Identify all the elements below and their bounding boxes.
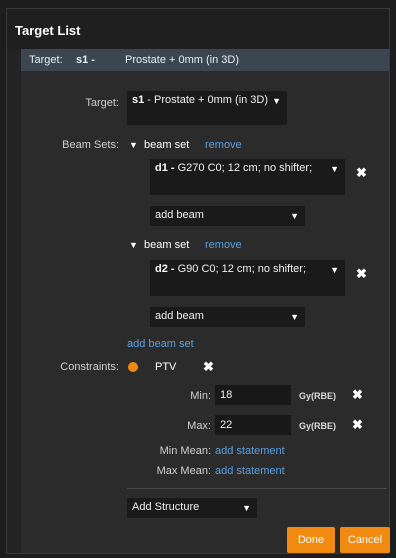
target-select-text: - Prostate + 0mm (in 3D) xyxy=(144,94,269,106)
target-label: Target: xyxy=(85,97,119,109)
target-list-window: Target List Target: s1 - Prostate + 0mm … xyxy=(6,8,390,554)
structure-color-dot xyxy=(128,362,138,372)
max-input[interactable]: 22 xyxy=(215,415,291,435)
min-unit: Gy(RBE) xyxy=(299,391,337,401)
target-header[interactable]: Target: s1 - Prostate + 0mm (in 3D) xyxy=(21,49,389,71)
collapse-triangle-icon[interactable]: ▼ xyxy=(129,140,138,150)
beam-2-text: G90 C0; 12 cm; no shifter; xyxy=(174,263,307,275)
chevron-down-icon: ▼ xyxy=(330,265,339,275)
min-input[interactable]: 18 xyxy=(215,385,291,405)
beam-set-1-beam-select[interactable]: d1 - G270 C0; 12 cm; no shifter; ▼ xyxy=(150,159,345,195)
remove-beam-2-icon[interactable]: ✖ xyxy=(356,266,367,282)
max-unit: Gy(RBE) xyxy=(299,421,337,431)
beam-set-2-beam-select[interactable]: d2 - G90 C0; 12 cm; no shifter; ▼ xyxy=(150,260,345,296)
add-beam-set-link[interactable]: add beam set xyxy=(127,338,194,350)
done-button[interactable]: Done xyxy=(287,527,335,553)
add-beam-2-label: add beam xyxy=(155,310,204,322)
cancel-button[interactable]: Cancel xyxy=(340,527,390,553)
min-mean-label: Min Mean: xyxy=(159,445,211,457)
chevron-down-icon: ▼ xyxy=(330,164,339,174)
title-bar: Target List xyxy=(7,9,389,49)
beam-set-2-add-beam-select[interactable]: add beam ▼ xyxy=(150,307,305,327)
max-mean-label: Max Mean: xyxy=(156,465,211,477)
left-gutter xyxy=(7,49,21,553)
beam-set-1-add-beam-select[interactable]: add beam ▼ xyxy=(150,206,305,226)
target-select[interactable]: s1 - Prostate + 0mm (in 3D) ▼ xyxy=(127,91,287,125)
remove-min-icon[interactable]: ✖ xyxy=(352,387,363,403)
constraint-structure-name: PTV xyxy=(155,361,177,373)
header-target-id: s1 - xyxy=(76,54,95,66)
header-target-name: Prostate + 0mm (in 3D) xyxy=(125,54,240,66)
chevron-down-icon: ▼ xyxy=(242,503,251,513)
chevron-down-icon: ▼ xyxy=(290,211,299,221)
add-beam-1-label: add beam xyxy=(155,209,204,221)
target-select-id: s1 xyxy=(132,94,145,106)
remove-max-icon[interactable]: ✖ xyxy=(352,417,363,433)
beam-sets-label: Beam Sets: xyxy=(62,139,119,151)
beam-set-2-title: beam set xyxy=(144,239,190,251)
max-label: Max: xyxy=(187,420,211,432)
min-mean-add-statement-link[interactable]: add statement xyxy=(215,445,285,457)
constraints-label: Constraints: xyxy=(60,361,119,373)
remove-constraint-icon[interactable]: ✖ xyxy=(203,359,214,375)
header-prefix: Target: xyxy=(29,54,63,66)
beam-set-1-remove-link[interactable]: remove xyxy=(205,139,242,151)
max-mean-add-statement-link[interactable]: add statement xyxy=(215,465,285,477)
add-structure-label: Add Structure xyxy=(132,501,200,513)
window-title: Target List xyxy=(15,23,81,38)
chevron-down-icon: ▼ xyxy=(290,312,299,322)
min-label: Min: xyxy=(190,390,211,402)
collapse-triangle-icon[interactable]: ▼ xyxy=(129,240,138,250)
beam-set-2-remove-link[interactable]: remove xyxy=(205,239,242,251)
remove-beam-1-icon[interactable]: ✖ xyxy=(356,165,367,181)
beam-1-id: d1 - xyxy=(155,162,175,174)
add-structure-select[interactable]: Add Structure ▼ xyxy=(127,498,257,518)
divider xyxy=(127,488,387,489)
beam-1-text: G270 C0; 12 cm; no shifter; xyxy=(174,162,313,174)
beam-2-id: d2 - xyxy=(155,263,175,275)
chevron-down-icon: ▼ xyxy=(272,96,281,106)
beam-set-1-title: beam set xyxy=(144,139,190,151)
